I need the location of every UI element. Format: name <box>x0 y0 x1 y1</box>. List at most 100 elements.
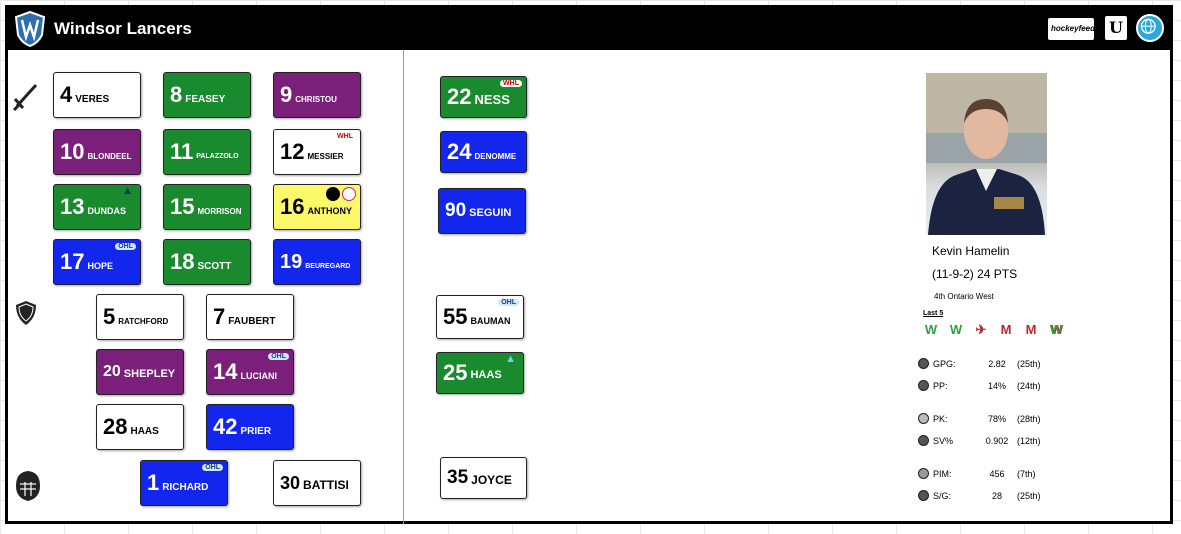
goalie-mask-icon <box>16 471 40 501</box>
player-card[interactable]: 4 VERES <box>53 72 141 118</box>
player-card[interactable]: 30 BATTISI <box>273 460 361 506</box>
player-number: 28 <box>103 414 128 439</box>
extra-player-card[interactable]: 35 JOYCE <box>440 457 527 499</box>
save-pct-icon <box>918 435 929 446</box>
player-card[interactable]: 7 FAUBERT <box>206 294 294 340</box>
player-name: BLONDEEL <box>87 151 132 161</box>
ohl-badge: OHL <box>268 353 289 360</box>
player-name: HOPE <box>87 261 113 271</box>
player-number: 90 <box>445 200 467 221</box>
player-card[interactable]: 16 ANTHONY <box>273 184 361 230</box>
whl-badge: WHL <box>334 133 356 140</box>
stat-label: PIM: <box>933 468 952 479</box>
player-number: 30 <box>280 472 301 493</box>
stat-value: 14% <box>987 380 1006 391</box>
player-card[interactable]: 9 CHRISTOU <box>273 72 361 118</box>
player-name: PRIER <box>240 425 272 437</box>
last5-label: Last 5 <box>923 310 944 317</box>
player-name: FEASEY <box>185 93 226 105</box>
extra-player-card[interactable]: 90 SEGUIN <box>438 188 526 234</box>
lancer-badge-icon: ▲ <box>505 353 516 365</box>
stat-row-gpg: GPG: 2.82 (25th) <box>918 358 1057 369</box>
stat-rank: (12th) <box>1017 435 1041 446</box>
player-number: 8 <box>170 82 183 107</box>
player-name: SCOTT <box>197 260 232 272</box>
player-name: PALAZZOLO <box>196 152 239 160</box>
coach-standing: 4th Ontario West <box>934 292 994 301</box>
player-name: RICHARD <box>162 481 209 493</box>
player-name: JOYCE <box>471 472 512 487</box>
stat-value: 0.902 <box>985 435 1009 446</box>
stat-rank: (24th) <box>1017 380 1041 391</box>
player-number: 55 <box>443 304 468 329</box>
player-name: MORRISON <box>197 206 242 216</box>
player-name: RATCHFORD <box>118 316 169 326</box>
player-name: HAAS <box>130 425 159 437</box>
result-loss-icon: M <box>1025 322 1037 337</box>
player-card[interactable]: 14 LUCIANI OHL <box>206 349 294 395</box>
stat-rank: (7th) <box>1017 468 1036 479</box>
player-card[interactable]: 1 RICHARD OHL <box>140 460 228 506</box>
extra-player-card[interactable]: 55 BAUMAN OHL <box>436 295 524 339</box>
lineup-frame: Windsor Lancers hockeyfeed U 4 VERES 8 F… <box>5 5 1173 524</box>
extra-player-card[interactable]: 25 HAAS ▲ <box>436 352 524 394</box>
player-number: 9 <box>280 82 293 107</box>
player-card[interactable]: 12 MESSIER WHL <box>273 129 361 175</box>
player-card[interactable]: 42 PRIER <box>206 404 294 450</box>
coach-record: (11-9-2) 24 PTS <box>932 267 1018 281</box>
extra-player-card[interactable]: 22 NESS WHL <box>440 76 527 118</box>
lancers-shield-icon[interactable] <box>14 11 46 47</box>
globe-icon[interactable] <box>1136 14 1164 42</box>
coach-name: Kevin Hamelin <box>932 244 1010 258</box>
result-loss-icon: ✈ <box>975 322 987 337</box>
extra-player-card[interactable]: 24 DENOMME <box>440 131 527 173</box>
stat-value: 28 <box>991 490 1002 501</box>
player-card[interactable]: 5 RATCHFORD <box>96 294 184 340</box>
hockeyfeed-logo[interactable]: hockeyfeed <box>1048 18 1095 40</box>
player-card[interactable]: 11 PALAZZOLO <box>163 129 251 175</box>
silhouette-badge-icon <box>326 187 340 201</box>
ohl-badge: OHL <box>498 299 519 306</box>
player-card[interactable]: 10 BLONDEEL <box>53 129 141 175</box>
player-name: ANTHONY <box>307 206 352 216</box>
section-divider <box>403 50 404 524</box>
player-name: BATTISI <box>303 477 349 492</box>
whl-badge: WHL <box>500 80 522 87</box>
stat-label: SV% <box>933 435 954 446</box>
player-card[interactable]: 17 HOPE OHL <box>53 239 141 285</box>
player-name: VERES <box>75 93 110 105</box>
stat-label: GPG: <box>933 358 956 369</box>
stat-row-svpct: SV% 0.902 (12th) <box>918 435 1057 446</box>
coach-photo <box>926 73 1047 235</box>
player-name: LUCIANI <box>240 371 277 381</box>
stat-label: PK: <box>933 413 948 424</box>
player-card[interactable]: 15 MORRISON <box>163 184 251 230</box>
player-card[interactable]: 8 FEASEY <box>163 72 251 118</box>
sword-icon <box>12 83 38 112</box>
ohl-badge: OHL <box>202 464 223 471</box>
player-card[interactable]: 19 BEUREGARD <box>273 239 361 285</box>
player-card[interactable]: 20 SHEPLEY <box>96 349 184 395</box>
player-card[interactable]: 28 HAAS <box>96 404 184 450</box>
stat-rank: (25th) <box>1017 358 1041 369</box>
player-name: MESSIER <box>307 151 344 161</box>
last5-results: W W ✈ M M W <box>920 321 1070 339</box>
player-card[interactable]: 18 SCOTT <box>163 239 251 285</box>
gpg-icon <box>918 358 929 369</box>
university-logo[interactable]: U <box>1105 16 1127 40</box>
player-number: 20 <box>103 363 121 380</box>
stat-label: PP: <box>933 380 948 391</box>
penalty-minutes-icon <box>918 468 929 479</box>
stat-label: S/G: <box>933 490 952 501</box>
player-name: FAUBERT <box>228 315 276 327</box>
player-number: 12 <box>280 139 305 164</box>
player-number: 10 <box>60 139 85 164</box>
coach-photo-image <box>926 73 1047 235</box>
player-number: 11 <box>170 139 194 164</box>
player-card[interactable]: 13 DUNDAS ▲ <box>53 184 141 230</box>
player-name: DENOMME <box>474 151 517 161</box>
player-number: 13 <box>60 194 85 219</box>
stat-value: 456 <box>989 468 1005 479</box>
power-play-icon <box>918 380 929 391</box>
player-name: NESS <box>474 91 510 107</box>
